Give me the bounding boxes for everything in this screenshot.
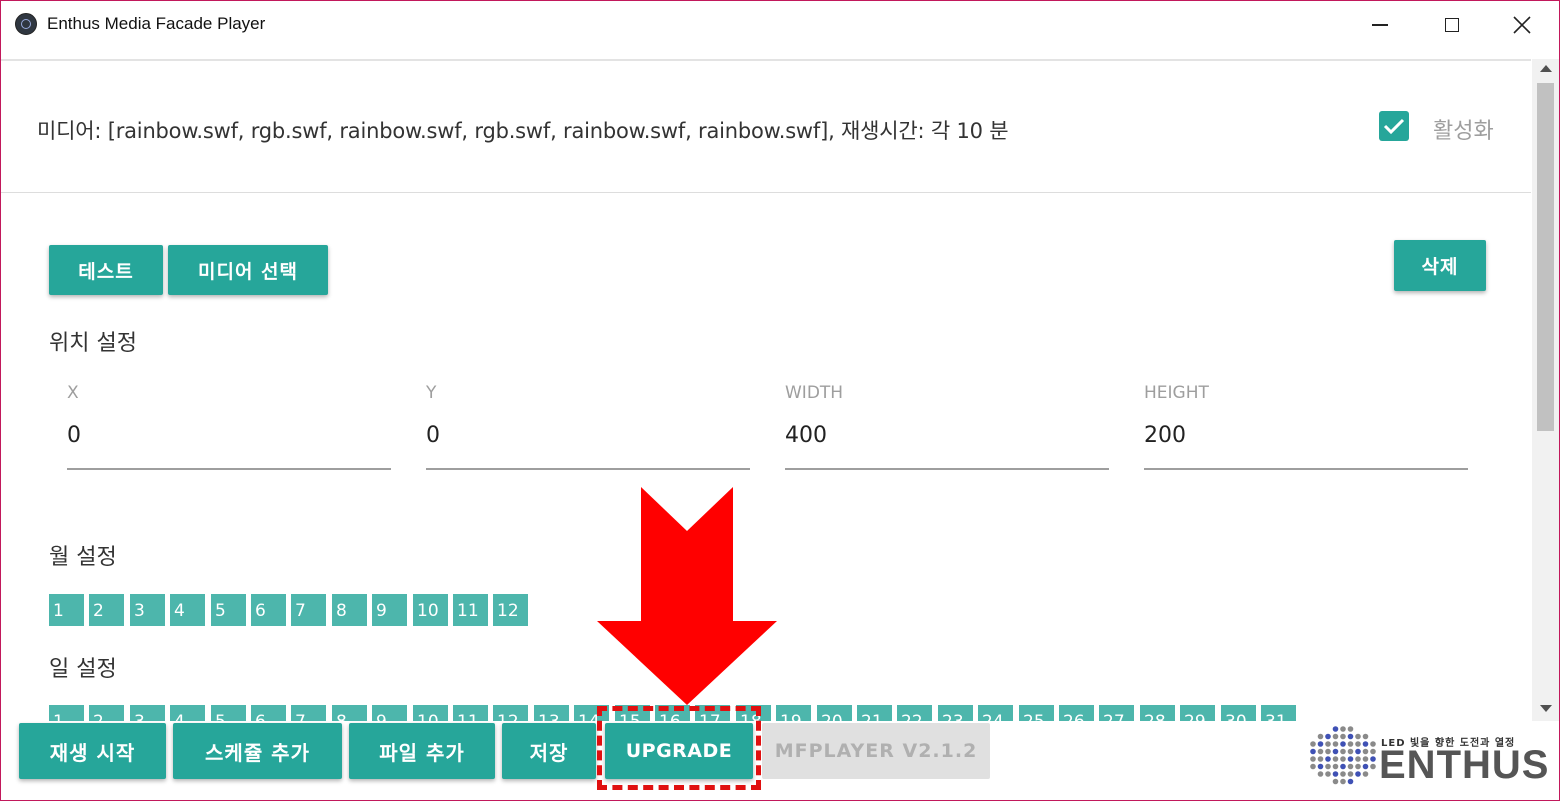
month-chip-6[interactable]: 6 [251, 594, 286, 626]
month-chip-5[interactable]: 5 [211, 594, 246, 626]
day-chip-25[interactable]: 25 [1019, 705, 1054, 722]
day-chip-20[interactable]: 20 [817, 705, 852, 722]
add-schedule-button[interactable]: 스케쥴 추가 [173, 723, 342, 779]
maximize-icon [1445, 18, 1459, 32]
month-chip-8[interactable]: 8 [332, 594, 367, 626]
day-chip-27[interactable]: 27 [1099, 705, 1134, 722]
day-chip-4[interactable]: 4 [170, 705, 205, 722]
day-chip-31[interactable]: 31 [1261, 705, 1296, 722]
x-field[interactable]: X 0 [67, 379, 391, 471]
y-field-value[interactable]: 0 [426, 423, 440, 448]
vertical-scrollbar[interactable] [1532, 59, 1559, 721]
enabled-checkbox[interactable] [1379, 111, 1409, 141]
day-chip-26[interactable]: 26 [1059, 705, 1094, 722]
day-chip-23[interactable]: 23 [938, 705, 973, 722]
annotation-arrow-icon [597, 487, 777, 705]
month-chip-12[interactable]: 12 [493, 594, 528, 626]
maximize-button[interactable] [1419, 1, 1485, 49]
y-field-label: Y [426, 383, 437, 403]
day-chip-24[interactable]: 24 [978, 705, 1013, 722]
media-summary-row: 미디어: [rainbow.swf, rgb.swf, rainbow.swf,… [1, 59, 1531, 193]
minimize-button[interactable] [1347, 1, 1413, 49]
add-file-button[interactable]: 파일 추가 [349, 723, 495, 779]
day-chip-1[interactable]: 1 [49, 705, 84, 722]
height-field-value[interactable]: 200 [1144, 423, 1186, 448]
width-field-value[interactable]: 400 [785, 423, 827, 448]
scroll-down-icon[interactable] [1540, 705, 1552, 712]
day-chip-9[interactable]: 9 [372, 705, 407, 722]
check-icon [1383, 118, 1405, 135]
month-chip-10[interactable]: 10 [413, 594, 448, 626]
day-chip-29[interactable]: 29 [1180, 705, 1215, 722]
close-button[interactable] [1489, 1, 1555, 49]
app-icon [15, 13, 37, 35]
width-field-label: WIDTH [785, 383, 844, 403]
close-icon [1513, 16, 1531, 34]
x-field-value[interactable]: 0 [67, 423, 81, 448]
enabled-label: 활성화 [1433, 119, 1494, 144]
day-chip-30[interactable]: 30 [1221, 705, 1256, 722]
day-chip-10[interactable]: 10 [413, 705, 448, 722]
month-chip-4[interactable]: 4 [170, 594, 205, 626]
day-chip-7[interactable]: 7 [291, 705, 326, 722]
scroll-thumb[interactable] [1537, 83, 1554, 431]
height-field-label: HEIGHT [1144, 383, 1209, 403]
height-field-underline [1144, 468, 1468, 470]
y-field[interactable]: Y 0 [426, 379, 750, 471]
media-summary: 미디어: [rainbow.swf, rgb.swf, rainbow.swf,… [37, 119, 1009, 143]
title-bar: Enthus Media Facade Player [1, 1, 1559, 49]
month-chip-9[interactable]: 9 [372, 594, 407, 626]
logo-text: ENTHUS [1379, 743, 1550, 787]
month-chip-7[interactable]: 7 [291, 594, 326, 626]
version-badge: MFPLAYER V2.1.2 [762, 723, 990, 779]
app-window: Enthus Media Facade Player 미디어: [rainbow… [0, 0, 1560, 801]
height-field[interactable]: HEIGHT 200 [1144, 379, 1468, 471]
day-chip-13[interactable]: 13 [534, 705, 569, 722]
month-chip-1[interactable]: 1 [49, 594, 84, 626]
day-chip-2[interactable]: 2 [89, 705, 124, 722]
day-chip-22[interactable]: 22 [897, 705, 932, 722]
width-field[interactable]: WIDTH 400 [785, 379, 1109, 471]
day-section-label: 일 설정 [49, 657, 117, 682]
save-button[interactable]: 저장 [502, 723, 596, 779]
month-chip-2[interactable]: 2 [89, 594, 124, 626]
y-field-underline [426, 468, 750, 470]
day-chip-11[interactable]: 11 [453, 705, 488, 722]
day-chip-28[interactable]: 28 [1140, 705, 1175, 722]
start-playback-button[interactable]: 재생 시작 [19, 723, 166, 779]
select-media-button[interactable]: 미디어 선택 [168, 245, 328, 295]
test-button[interactable]: 테스트 [49, 245, 163, 295]
day-chip-5[interactable]: 5 [211, 705, 246, 722]
delete-button[interactable]: 삭제 [1394, 240, 1486, 291]
day-chip-6[interactable]: 6 [251, 705, 286, 722]
width-field-underline [785, 468, 1109, 470]
month-chip-3[interactable]: 3 [130, 594, 165, 626]
scroll-up-icon[interactable] [1540, 65, 1552, 72]
window-title: Enthus Media Facade Player [47, 14, 266, 33]
upgrade-highlight-box [597, 706, 761, 790]
day-chip-12[interactable]: 12 [493, 705, 528, 722]
day-chip-19[interactable]: 19 [776, 705, 811, 722]
x-field-label: X [67, 383, 79, 403]
minimize-icon [1372, 24, 1388, 26]
position-section-label: 위치 설정 [49, 331, 137, 356]
x-field-underline [67, 468, 391, 470]
month-section-label: 월 설정 [49, 545, 117, 570]
day-chip-21[interactable]: 21 [857, 705, 892, 722]
day-chip-3[interactable]: 3 [130, 705, 165, 722]
day-chip-8[interactable]: 8 [332, 705, 367, 722]
month-chip-11[interactable]: 11 [453, 594, 488, 626]
